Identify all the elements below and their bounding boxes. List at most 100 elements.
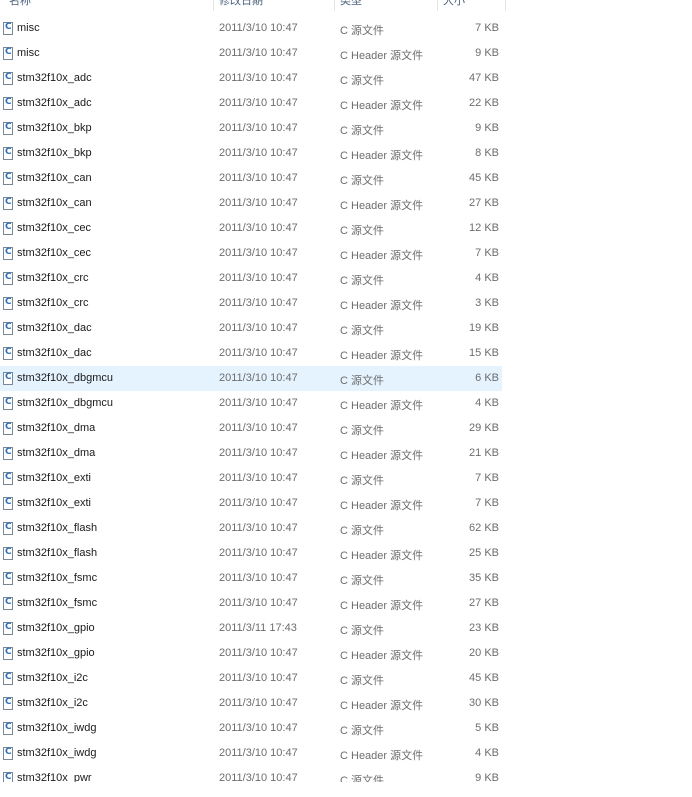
file-row[interactable]: stm32f10x_adc 2011/3/10 10:47 C Header 源文件…: [0, 91, 502, 116]
file-name: stm32f10x_fsmc: [17, 597, 98, 609]
file-type: C Header 源文件: [340, 600, 424, 612]
c-source-file-icon: [3, 297, 13, 310]
file-size: 8 KB: [475, 147, 499, 159]
c-source-file-icon: [3, 497, 13, 510]
c-source-file-icon: [3, 747, 13, 760]
file-row[interactable]: stm32f10x_iwdg 2011/3/10 10:47 C Header 源文…: [0, 741, 502, 766]
file-type: C 源文件: [340, 525, 384, 537]
file-row[interactable]: stm32f10x_flash 2011/3/10 10:47 C Header 源…: [0, 541, 502, 566]
file-name: stm32f10x_crc: [17, 272, 89, 284]
file-row[interactable]: stm32f10x_crc 2011/3/10 10:47 C Header 源文件…: [0, 291, 502, 316]
file-row[interactable]: stm32f10x_i2c 2011/3/10 10:47 C 源文件 45 KB: [0, 666, 502, 691]
file-type: C 源文件: [340, 775, 384, 782]
c-source-file-icon: [3, 447, 13, 460]
file-type: C 源文件: [340, 725, 384, 737]
file-modified-date: 2011/3/10 10:47: [219, 722, 298, 734]
column-header-name[interactable]: 名称: [9, 0, 31, 8]
file-modified-date: 2011/3/10 10:47: [219, 47, 298, 59]
file-size: 7 KB: [475, 22, 499, 34]
file-modified-date: 2011/3/10 10:47: [219, 522, 298, 534]
file-name: stm32f10x_gpio: [17, 622, 95, 634]
file-row[interactable]: stm32f10x_fsmc 2011/3/10 10:47 C Header 源文…: [0, 591, 502, 616]
c-source-file-icon: [3, 397, 13, 410]
c-source-file-icon: [3, 147, 13, 160]
file-modified-date: 2011/3/10 10:47: [219, 272, 298, 284]
file-type: C Header 源文件: [340, 200, 424, 212]
file-rows: misc 2011/3/10 10:47 C 源文件 7 KB misc 2011/3/1…: [0, 16, 506, 782]
column-divider[interactable]: [437, 0, 438, 11]
file-size: 30 KB: [469, 697, 499, 709]
file-name: stm32f10x_dac: [17, 322, 92, 334]
file-modified-date: 2011/3/10 10:47: [219, 672, 298, 684]
file-row[interactable]: stm32f10x_dac 2011/3/10 10:47 C 源文件 19 KB: [0, 316, 502, 341]
column-divider[interactable]: [505, 0, 506, 11]
column-header-type[interactable]: 类型: [340, 0, 362, 8]
file-row[interactable]: stm32f10x_exti 2011/3/10 10:47 C 源文件 7 KB: [0, 466, 502, 491]
file-modified-date: 2011/3/10 10:47: [219, 397, 298, 409]
file-row[interactable]: stm32f10x_crc 2011/3/10 10:47 C 源文件 4 KB: [0, 266, 502, 291]
file-type: C Header 源文件: [340, 500, 424, 512]
c-source-file-icon: [3, 222, 13, 235]
c-source-file-icon: [3, 647, 13, 660]
file-modified-date: 2011/3/10 10:47: [219, 372, 298, 384]
c-source-file-icon: [3, 47, 13, 60]
file-row[interactable]: stm32f10x_cec 2011/3/10 10:47 C Header 源文件…: [0, 241, 502, 266]
column-divider[interactable]: [334, 0, 335, 11]
file-type: C 源文件: [340, 125, 384, 137]
file-row[interactable]: stm32f10x_can 2011/3/10 10:47 C Header 源文件…: [0, 191, 502, 216]
c-source-file-icon: [3, 722, 13, 735]
file-name: stm32f10x_can: [17, 197, 92, 209]
file-row[interactable]: stm32f10x_cec 2011/3/10 10:47 C 源文件 12 KB: [0, 216, 502, 241]
file-row[interactable]: stm32f10x_dbgmcu 2011/3/10 10:47 C 源文件 6 KB: [0, 366, 502, 391]
file-name: stm32f10x_pwr: [17, 772, 92, 782]
file-type: C 源文件: [340, 75, 384, 87]
file-row[interactable]: stm32f10x_pwr 2011/3/10 10:47 C 源文件 9 KB: [0, 766, 502, 782]
file-name: stm32f10x_bkp: [17, 122, 92, 134]
c-source-file-icon: [3, 322, 13, 335]
file-row[interactable]: stm32f10x_dbgmcu 2011/3/10 10:47 C Header …: [0, 391, 502, 416]
file-type: C Header 源文件: [340, 250, 424, 262]
c-source-file-icon: [3, 622, 13, 635]
file-row[interactable]: misc 2011/3/10 10:47 C 源文件 7 KB: [0, 16, 502, 41]
file-modified-date: 2011/3/10 10:47: [219, 297, 298, 309]
file-name: stm32f10x_can: [17, 172, 92, 184]
file-modified-date: 2011/3/11 17:43: [219, 622, 297, 634]
file-row[interactable]: stm32f10x_dma 2011/3/10 10:47 C Header 源文件…: [0, 441, 502, 466]
file-row[interactable]: stm32f10x_i2c 2011/3/10 10:47 C Header 源文件…: [0, 691, 502, 716]
file-row[interactable]: stm32f10x_adc 2011/3/10 10:47 C 源文件 47 KB: [0, 66, 502, 91]
file-size: 6 KB: [475, 372, 499, 384]
file-row[interactable]: stm32f10x_bkp 2011/3/10 10:47 C 源文件 9 KB: [0, 116, 502, 141]
file-row[interactable]: stm32f10x_dac 2011/3/10 10:47 C Header 源文件…: [0, 341, 502, 366]
column-header-size[interactable]: 大小: [443, 0, 465, 8]
file-row[interactable]: stm32f10x_fsmc 2011/3/10 10:47 C 源文件 35 KB: [0, 566, 502, 591]
file-modified-date: 2011/3/10 10:47: [219, 147, 298, 159]
file-row[interactable]: stm32f10x_dma 2011/3/10 10:47 C 源文件 29 KB: [0, 416, 502, 441]
file-size: 27 KB: [469, 597, 499, 609]
c-source-file-icon: [3, 122, 13, 135]
file-name: stm32f10x_dac: [17, 347, 92, 359]
file-modified-date: 2011/3/10 10:47: [219, 97, 298, 109]
file-row[interactable]: stm32f10x_exti 2011/3/10 10:47 C Header 源文…: [0, 491, 502, 516]
c-source-file-icon: [3, 97, 13, 110]
file-name: stm32f10x_i2c: [17, 697, 88, 709]
file-row[interactable]: stm32f10x_iwdg 2011/3/10 10:47 C 源文件 5 KB: [0, 716, 502, 741]
file-name: stm32f10x_cec: [17, 222, 91, 234]
column-header-date[interactable]: 修改日期: [219, 0, 263, 8]
file-type: C Header 源文件: [340, 300, 424, 312]
file-row[interactable]: stm32f10x_bkp 2011/3/10 10:47 C Header 源文件…: [0, 141, 502, 166]
file-row[interactable]: stm32f10x_gpio 2011/3/11 17:43 C 源文件 23 KB: [0, 616, 502, 641]
c-source-file-icon: [3, 672, 13, 685]
file-modified-date: 2011/3/10 10:47: [219, 747, 298, 759]
file-name: stm32f10x_fsmc: [17, 572, 98, 584]
file-row[interactable]: stm32f10x_gpio 2011/3/10 10:47 C Header 源文…: [0, 641, 502, 666]
file-type: C 源文件: [340, 375, 384, 387]
file-type: C Header 源文件: [340, 50, 424, 62]
file-row[interactable]: stm32f10x_flash 2011/3/10 10:47 C 源文件 62 KB: [0, 516, 502, 541]
column-divider[interactable]: [213, 0, 214, 11]
file-row[interactable]: stm32f10x_can 2011/3/10 10:47 C 源文件 45 KB: [0, 166, 502, 191]
c-source-file-icon: [3, 572, 13, 585]
c-source-file-icon: [3, 172, 13, 185]
file-size: 29 KB: [469, 422, 499, 434]
file-type: C Header 源文件: [340, 750, 424, 762]
file-row[interactable]: misc 2011/3/10 10:47 C Header 源文件 9 KB: [0, 41, 502, 66]
